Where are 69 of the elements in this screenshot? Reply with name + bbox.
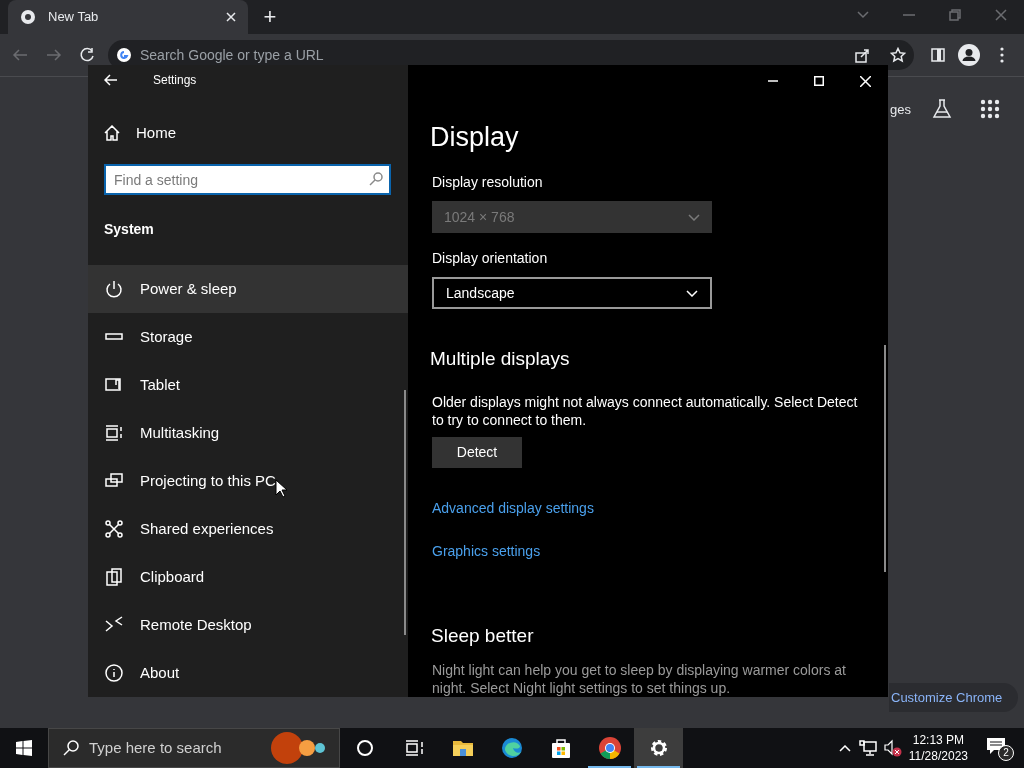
- browser-tab[interactable]: New Tab: [8, 0, 248, 34]
- menu-icon[interactable]: [1000, 47, 1004, 63]
- apps-grid-icon[interactable]: [980, 99, 1000, 119]
- network-icon[interactable]: [858, 740, 877, 756]
- share-icon[interactable]: [854, 47, 870, 63]
- nav-item[interactable]: Power & sleep: [88, 265, 408, 313]
- home-item[interactable]: Home: [88, 114, 408, 152]
- field-label: Display resolution: [432, 173, 544, 192]
- muted-speaker-icon[interactable]: [882, 739, 903, 757]
- flask-icon[interactable]: [932, 99, 952, 119]
- caret-icon[interactable]: [857, 11, 869, 19]
- chevron-up-icon[interactable]: [838, 744, 851, 752]
- link[interactable]: Advanced display settings: [432, 497, 594, 519]
- nav-item[interactable]: About: [88, 649, 408, 697]
- notifications-button[interactable]: 2: [984, 733, 1018, 763]
- nav-item[interactable]: Storage: [88, 313, 408, 361]
- nav-item[interactable]: Shared experiences: [88, 505, 408, 553]
- maximize-icon[interactable]: [814, 76, 824, 86]
- reload-icon[interactable]: [79, 47, 95, 63]
- nav-item[interactable]: Remote Desktop: [88, 601, 408, 649]
- search-placeholder: Type here to search: [89, 737, 222, 758]
- description-text: Older displays might not always connect automatically. Select Detect to try to connect to them.: [432, 392, 859, 429]
- link[interactable]: Graphics settings: [432, 540, 541, 562]
- caret-icon: [688, 213, 700, 221]
- taskbar-app[interactable]: [634, 728, 683, 768]
- search-icon: [369, 172, 383, 186]
- home-icon: [104, 125, 120, 142]
- restore-icon[interactable]: [949, 9, 961, 21]
- chrome-icon: [20, 9, 36, 25]
- section-heading: Multiple displays: [430, 347, 571, 371]
- cursor-icon: [275, 479, 287, 498]
- nav-item[interactable]: Multitasking: [88, 409, 408, 457]
- scrollbar[interactable]: [404, 390, 406, 635]
- customize-chrome-button[interactable]: Customize Chrome: [889, 683, 1019, 712]
- taskbar-search-field[interactable]: Type here to search: [48, 728, 340, 768]
- clock[interactable]: 12:13 PM 11/28/2023: [908, 732, 968, 764]
- nav-item[interactable]: Projecting to this PC: [88, 457, 408, 505]
- section-heading: Sleep better: [431, 623, 535, 648]
- tab-title: New Tab: [48, 8, 99, 27]
- images-link[interactable]: ges: [890, 100, 911, 120]
- orientation-dropdown[interactable]: Landscape: [432, 277, 712, 309]
- window-title: Settings: [153, 71, 197, 89]
- caret-icon: [686, 289, 698, 297]
- nav-item[interactable]: Tablet: [88, 361, 408, 409]
- notification-count: 2: [998, 745, 1014, 761]
- detect-button[interactable]: Detect: [432, 436, 522, 468]
- clipboard-icon: [104, 567, 124, 587]
- browser-wave-icon: [499, 736, 524, 760]
- windows-logo-icon: [16, 740, 32, 756]
- network-nodes-icon: [104, 519, 124, 539]
- chrome-icon: [597, 736, 622, 760]
- profile-icon[interactable]: [958, 44, 980, 66]
- google-icon: [116, 47, 132, 63]
- info-icon: [104, 663, 124, 683]
- search-field[interactable]: Find a setting: [104, 164, 391, 195]
- address-placeholder: Search Google or type a URL: [140, 45, 324, 65]
- remote-desktop-icon: [104, 615, 124, 635]
- side-panel-icon[interactable]: [931, 48, 945, 62]
- field-label: Display orientation: [432, 249, 549, 268]
- star-icon[interactable]: [890, 47, 906, 63]
- nav-item[interactable]: Clipboard: [88, 553, 408, 601]
- page-heading: Display: [430, 121, 520, 154]
- new-tab-button[interactable]: +: [258, 5, 282, 29]
- description-text: Night light can help you get to sleep by displaying warmer colors at night. Select Night light settings to set things up.: [432, 661, 847, 697]
- power-icon: [104, 279, 124, 299]
- search-icon: [63, 740, 79, 756]
- multitasking-icon: [104, 423, 124, 443]
- scrollbar[interactable]: [884, 345, 886, 572]
- section-heading: System: [104, 220, 155, 239]
